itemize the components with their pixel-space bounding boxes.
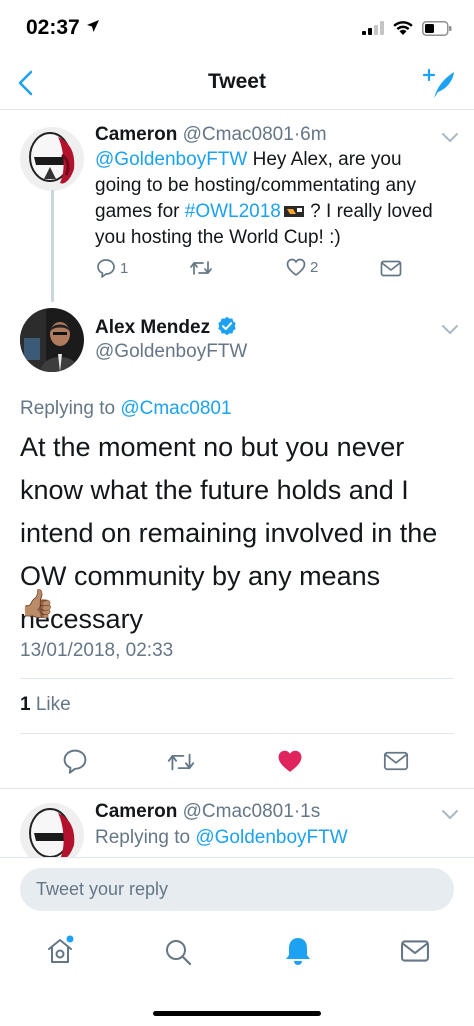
retweet-action[interactable] <box>189 259 217 277</box>
author-handle[interactable]: @GoldenboyFTW <box>95 341 247 362</box>
reply-icon <box>97 259 115 278</box>
replying-to-link[interactable]: @Cmac0801 <box>120 398 231 419</box>
nav-bar: Tweet <box>0 56 474 110</box>
heart-filled-icon[interactable] <box>277 749 303 774</box>
avatar-cameron[interactable] <box>20 127 84 191</box>
main-tweet-handle: @GoldenboyFTW <box>95 341 247 363</box>
tweet-time: 1s <box>300 801 321 822</box>
notifications-icon[interactable] <box>283 935 313 967</box>
like-action[interactable]: 2 <box>286 258 318 277</box>
likes-count: 1 <box>20 694 31 715</box>
heart-outline-icon <box>286 258 306 276</box>
messages-icon[interactable] <box>400 939 430 963</box>
tweet-time: 6m <box>300 124 327 145</box>
author-handle[interactable]: @Cmac0801 <box>183 124 294 145</box>
reply-count: 1 <box>120 259 129 277</box>
search-icon[interactable] <box>163 937 193 967</box>
page-title: Tweet <box>208 70 266 93</box>
retweet-icon[interactable] <box>166 751 196 773</box>
chevron-down-icon[interactable] <box>440 130 460 144</box>
battery-icon <box>422 20 452 36</box>
author-name[interactable]: Cameron <box>95 801 177 822</box>
verified-badge-icon <box>218 316 237 336</box>
avatar-alex[interactable] <box>20 308 84 372</box>
tweet-timestamp: 13/01/2018, 02:33 <box>20 640 174 661</box>
location-arrow-icon <box>86 20 99 32</box>
hashtag-link[interactable]: #OWL2018 <box>185 201 281 222</box>
author-name[interactable]: Cameron <box>95 124 177 145</box>
author-name[interactable]: Alex Mendez <box>95 317 210 338</box>
compose-tweet-icon[interactable] <box>422 66 458 102</box>
envelope-icon <box>380 260 402 277</box>
like-count: 2 <box>310 259 319 276</box>
parent-tweet-text: @GoldenboyFTW Hey Alex, are you going to… <box>95 149 433 248</box>
signal-icon <box>362 21 384 35</box>
retweet-icon <box>190 261 212 275</box>
wifi-icon <box>393 21 413 35</box>
envelope-icon[interactable] <box>383 751 409 771</box>
reply-tweet-replying-to: Replying to @GoldenboyFTW <box>95 827 348 848</box>
avatar-cameron[interactable] <box>20 803 84 857</box>
divider <box>0 857 474 858</box>
reply-tweet[interactable]: Cameron @Cmac0801·1s Replying to @Golden… <box>0 789 474 857</box>
author-handle[interactable]: @Cmac0801 <box>183 801 294 822</box>
home-indicator[interactable] <box>153 1011 321 1016</box>
divider <box>20 733 454 734</box>
chevron-down-icon[interactable] <box>440 322 460 336</box>
owl-emoji-icon <box>283 206 304 217</box>
reply-tweet-header: Cameron @Cmac0801·1s <box>95 801 320 823</box>
home-icon[interactable] <box>45 935 75 965</box>
main-tweet-header: Alex Mendez <box>95 316 237 339</box>
main-tweet-text: At the moment no but you never know what… <box>20 432 438 634</box>
tab-bar <box>0 925 474 985</box>
reply-action[interactable]: 1 <box>96 258 128 278</box>
chevron-down-icon[interactable] <box>440 807 460 821</box>
status-time: 02:37 <box>26 16 100 40</box>
parent-tweet-header: Cameron @Cmac0801·6m <box>95 124 327 146</box>
thread-connector <box>51 190 54 302</box>
likes-label: Like <box>35 694 71 715</box>
replying-to: Replying to @Cmac0801 <box>20 398 232 419</box>
replying-to-link[interactable]: @GoldenboyFTW <box>195 827 347 848</box>
mention-link[interactable]: @GoldenboyFTW <box>95 149 247 170</box>
tweet-reply-input[interactable]: Tweet your reply <box>20 868 454 911</box>
reply-icon[interactable] <box>62 748 88 774</box>
likes-summary[interactable]: 1 Like <box>20 694 71 716</box>
thumbs-up-emoji: 👍🏽 <box>20 588 55 619</box>
divider <box>20 678 454 679</box>
status-bar: 02:37 <box>0 0 474 56</box>
dm-action[interactable] <box>380 260 402 277</box>
